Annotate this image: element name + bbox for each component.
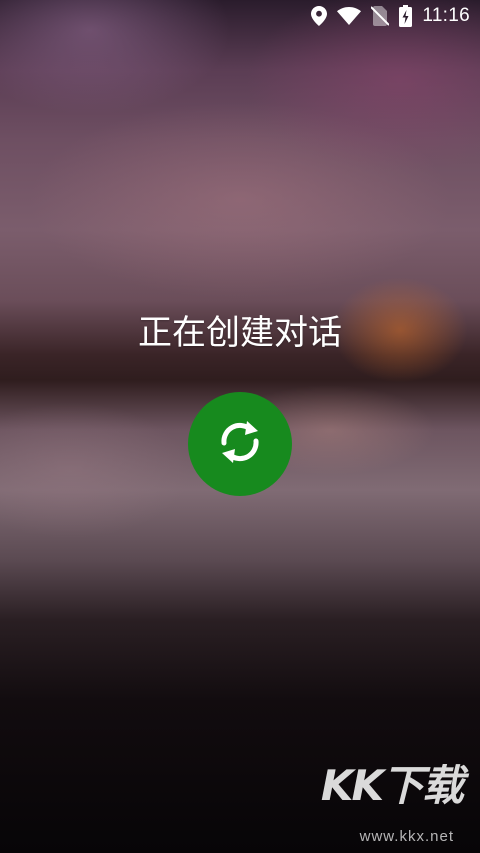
battery-charging-icon <box>399 5 413 27</box>
no-sim-icon <box>371 6 390 26</box>
location-icon <box>311 6 328 26</box>
status-bar: 11:16 <box>0 0 480 32</box>
creating-conversation-title: 正在创建对话 <box>138 313 342 353</box>
watermark-url: www.kkx.net <box>359 828 454 845</box>
refresh-button[interactable] <box>188 392 292 496</box>
refresh-icon <box>214 416 266 472</box>
status-time: 11:16 <box>422 5 470 26</box>
kkx-logo-watermark: KK下载 <box>320 761 464 810</box>
wifi-icon <box>337 7 362 25</box>
